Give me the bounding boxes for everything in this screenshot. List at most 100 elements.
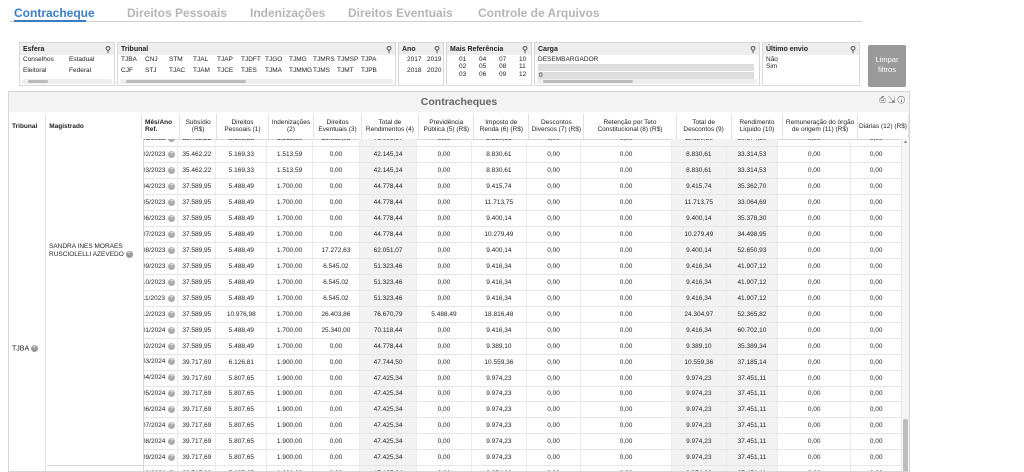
horizontal-scrollbar[interactable] — [22, 79, 112, 84]
month-cell[interactable]: 04/2023 + — [138, 178, 179, 196]
column-header[interactable]: Direitos Pessoais (1) — [216, 114, 269, 140]
magistrado-cell[interactable]: SANDRA INES MORAES RUSCIOLELLI AZEVEDO + — [47, 139, 144, 471]
referencia-item[interactable]: 09 — [499, 71, 513, 78]
expand-icon[interactable]: + — [167, 294, 175, 302]
search-icon[interactable]: ⚲ — [434, 45, 440, 54]
month-cell[interactable]: 12/2023 + — [138, 306, 179, 323]
expand-icon[interactable]: + — [168, 310, 176, 318]
column-header[interactable]: Imposto de Renda (6) (R$) — [473, 114, 530, 140]
expand-icon[interactable]: + — [168, 406, 176, 414]
tribunal-item[interactable]: CNJ — [145, 56, 165, 67]
column-header[interactable]: Previdência Pública (5) (R$) — [418, 114, 475, 140]
month-cell[interactable]: 02/2024 + — [138, 338, 179, 355]
filter-carga-item-excluded[interactable] — [538, 64, 754, 71]
expand-icon[interactable]: + — [168, 215, 176, 223]
referencia-item[interactable]: 07 — [499, 56, 513, 63]
expand-icon[interactable]: + — [168, 151, 176, 159]
filter-mais-referencia[interactable]: Mais Referência ⚲ 01 04 07 10 02 05 08 11 03 06 09 1… — [446, 42, 532, 86]
print-icon[interactable]: ⎙ — [879, 95, 885, 104]
expand-icon[interactable]: + — [168, 422, 176, 430]
column-header[interactable]: Direitos Eventuais (3) — [313, 114, 362, 140]
search-icon[interactable]: ⚲ — [522, 45, 528, 54]
column-header[interactable]: Mês/Ano Ref. — [141, 114, 180, 140]
tribunal-item[interactable]: TJAC — [169, 67, 189, 78]
month-cell[interactable]: 01/2024 + — [138, 322, 179, 339]
column-header[interactable]: Rendimento Líquido (10) — [731, 114, 784, 140]
month-cell[interactable]: 03/2023 + — [138, 162, 179, 180]
filter-tribunal[interactable]: Tribunal ⚲ TJBA CNJ STM TJAL TJAP TJDFT TJGO TJM… — [117, 42, 396, 86]
referencia-item[interactable]: 10 — [519, 56, 531, 63]
filter-esfera[interactable]: Esfera ⚲ Conselhos Estadual Eleitoral Federa… — [19, 42, 115, 86]
referencia-item[interactable]: 06 — [479, 71, 493, 78]
month-cell[interactable]: 05/2024 + — [138, 386, 179, 403]
esfera-item[interactable]: Eleitoral — [23, 67, 65, 78]
filter-envio-item-nao[interactable]: Não — [766, 56, 856, 63]
month-cell[interactable]: 10/2023 + — [138, 274, 179, 291]
referencia-item[interactable]: 03 — [459, 71, 473, 78]
column-header[interactable]: Total de Rendimentos (4) — [361, 114, 420, 140]
tab-controle-de-arquivos[interactable]: Controle de Arquivos — [478, 6, 600, 20]
month-cell[interactable]: 09/2024 + — [138, 449, 179, 467]
column-header[interactable]: Descontos Diversos (7) (R$) — [528, 114, 585, 140]
expand-icon[interactable]: + — [168, 374, 176, 382]
month-cell[interactable]: 06/2023 + — [138, 210, 179, 228]
filter-carga[interactable]: Carga ⚲ DESEMBARGADOR 0 — [534, 42, 760, 86]
expand-icon[interactable]: + — [168, 390, 176, 398]
ano-item[interactable]: 2020 — [427, 67, 443, 78]
column-header[interactable]: Magistrado — [45, 114, 143, 140]
tab-indenizacoes[interactable]: Indenizações — [250, 6, 325, 20]
filter-carga-list[interactable]: DESEMBARGADOR 0 — [535, 55, 759, 79]
tribunal-item[interactable]: TJMA — [265, 67, 285, 78]
column-header[interactable]: Tribunal — [9, 114, 47, 140]
expand-icon[interactable]: + — [168, 438, 176, 446]
tab-contracheque[interactable]: Contracheque — [14, 6, 95, 20]
month-cell[interactable]: 08/2024 + — [138, 433, 179, 451]
tribunal-item[interactable]: TJCE — [217, 67, 237, 78]
expand-icon[interactable]: + — [168, 454, 176, 462]
help-icon[interactable]: ⓘ — [898, 95, 905, 104]
filter-referencia-list[interactable]: 01 04 07 10 02 05 08 11 03 06 09 12 — [447, 55, 531, 79]
expand-icon[interactable]: + — [30, 345, 38, 352]
filter-envio-list[interactable]: Não Sim — [763, 55, 859, 79]
ano-item[interactable]: 2019 — [427, 56, 443, 67]
expand-icon[interactable]: + — [168, 139, 176, 143]
column-header[interactable]: Diárias (12) (R$) — [857, 114, 909, 140]
tribunal-item[interactable]: TJPA — [361, 56, 381, 67]
column-header[interactable]: Total de Descontos (9) — [676, 114, 732, 140]
vertical-scrollbar[interactable]: ▲ — [901, 139, 909, 471]
magistrado-label[interactable]: SANDRA INES MORAES RUSCIOLELLI AZEVEDO + — [49, 243, 142, 258]
referencia-item[interactable]: 05 — [479, 63, 493, 70]
month-cell[interactable]: 04/2024 + — [138, 370, 179, 387]
tribunal-item[interactable]: STJ — [145, 67, 165, 78]
tribunal-item[interactable]: STM — [169, 56, 189, 67]
tribunal-item[interactable]: TJMSP — [337, 56, 358, 67]
expand-icon[interactable]: + — [168, 183, 176, 191]
month-cell[interactable]: 05/2023 + — [138, 194, 179, 212]
search-icon[interactable]: ⚲ — [105, 45, 111, 54]
month-cell[interactable]: 11/2023 + — [138, 290, 179, 307]
scrollbar-thumb[interactable] — [903, 419, 908, 471]
horizontal-scrollbar[interactable] — [120, 79, 393, 84]
tribunal-item[interactable]: TJDFT — [241, 56, 261, 67]
expand-icon[interactable]: + — [125, 250, 133, 258]
esfera-item[interactable]: Estadual — [69, 56, 111, 67]
filter-tribunal-list[interactable]: TJBA CNJ STM TJAL TJAP TJDFT TJGO TJMG TJMRS TJMS… — [118, 55, 395, 79]
referencia-item[interactable]: 04 — [479, 56, 493, 63]
tribunal-item[interactable]: TJMS — [313, 67, 333, 78]
expand-icon[interactable]: + — [168, 342, 176, 350]
expand-icon[interactable]: + — [168, 167, 176, 175]
column-header[interactable]: Retenção por Teto Constitucional (8) (R$… — [583, 114, 677, 140]
expand-icon[interactable]: + — [168, 326, 176, 334]
referencia-item[interactable]: 11 — [519, 63, 531, 70]
ano-item[interactable]: 2017 — [407, 56, 423, 67]
referencia-item[interactable]: 01 — [459, 56, 473, 63]
month-cell[interactable]: 07/2023 + — [138, 226, 179, 244]
column-header[interactable]: Remuneração do órgão de origem (11) (R$) — [782, 114, 858, 140]
month-cell[interactable]: 07/2024 + — [138, 417, 179, 435]
tribunal-item[interactable]: TJBA — [121, 56, 141, 67]
tribunal-item[interactable]: TJGO — [265, 56, 285, 67]
tab-direitos-eventuais[interactable]: Direitos Eventuais — [348, 6, 453, 20]
tribunal-item[interactable]: TJMRS — [313, 56, 335, 67]
search-icon[interactable]: ⚲ — [386, 45, 392, 54]
month-cell[interactable]: 08/2023 + — [138, 242, 179, 259]
